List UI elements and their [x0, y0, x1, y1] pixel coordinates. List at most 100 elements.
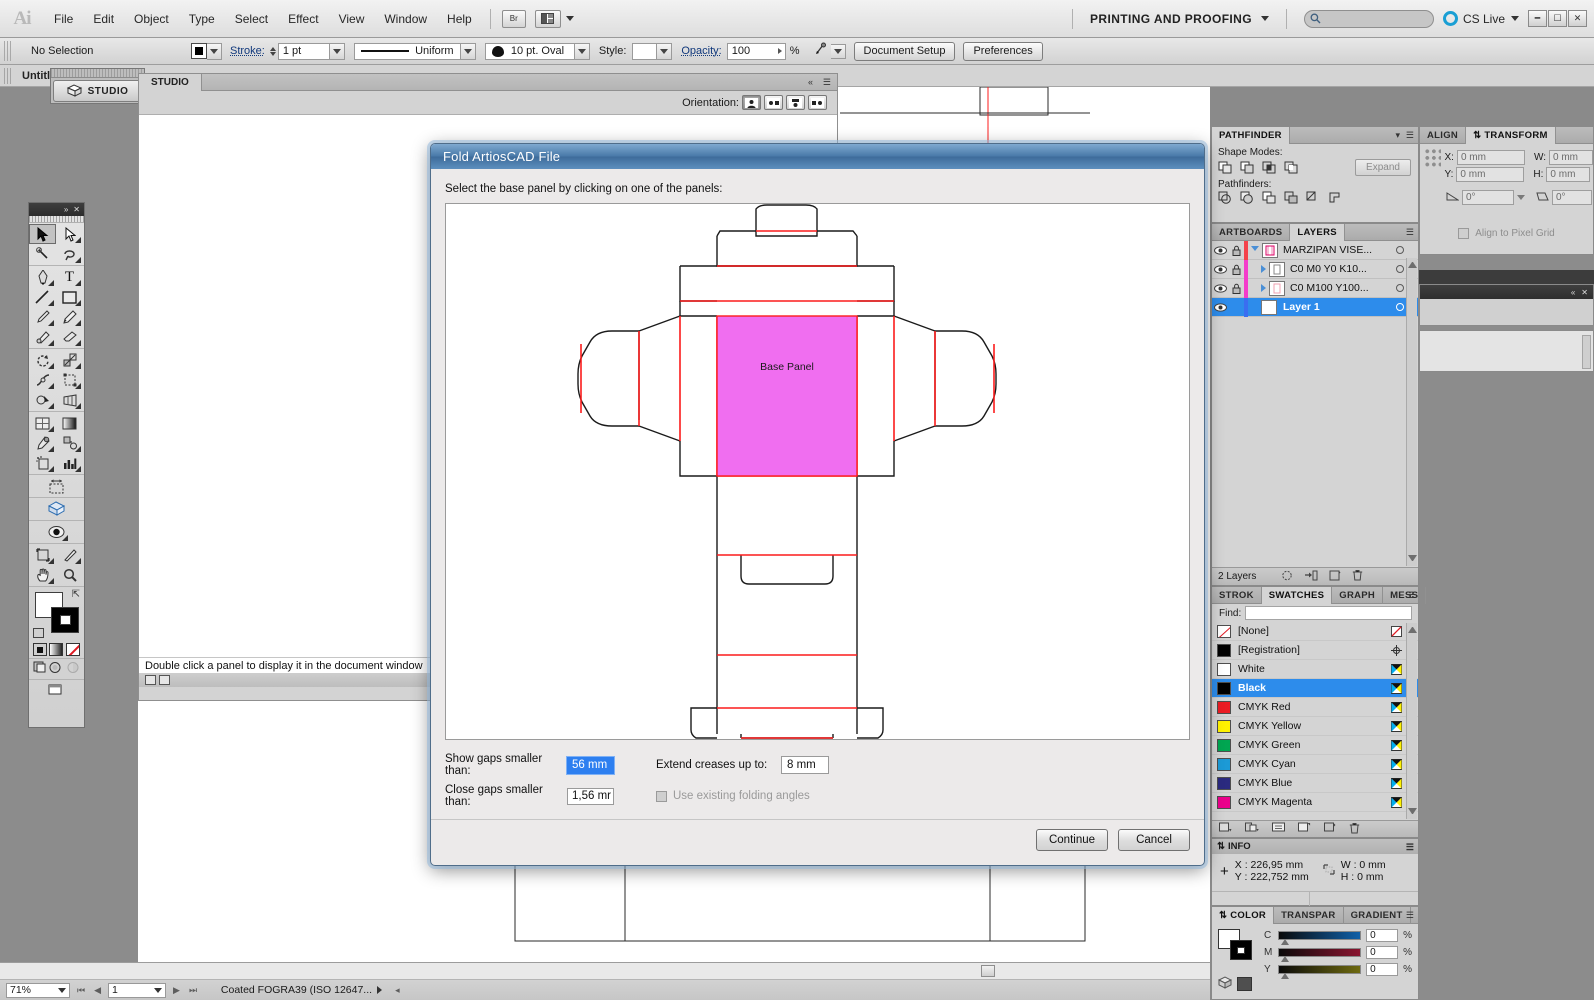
- close-gaps-input[interactable]: 1,56 mr: [567, 787, 614, 805]
- yellow-value-field[interactable]: 0: [1366, 963, 1399, 976]
- eraser-tool[interactable]: [56, 327, 83, 347]
- stroke-weight-field[interactable]: 1 pt: [277, 42, 330, 60]
- delete-swatch-icon[interactable]: [1349, 822, 1360, 837]
- swatch-row[interactable]: CMYK Cyan: [1212, 755, 1418, 774]
- layer-row[interactable]: C0 M100 Y100...: [1212, 278, 1418, 298]
- tab-gradient[interactable]: GRADIENT: [1344, 906, 1411, 924]
- none-mode-icon[interactable]: [65, 643, 80, 656]
- unite-icon[interactable]: [1218, 161, 1233, 175]
- tab-color[interactable]: ⇅ COLOR: [1212, 906, 1275, 924]
- layers-menu-icon[interactable]: ☰: [1406, 227, 1414, 238]
- column-graph-tool[interactable]: [56, 453, 83, 473]
- swatch-row[interactable]: CMYK Blue: [1212, 774, 1418, 793]
- swatch-options-icon[interactable]: [1272, 822, 1285, 836]
- transform-x-field[interactable]: 0 mm: [1456, 150, 1525, 165]
- color-menu-icon[interactable]: ☰: [1406, 910, 1414, 921]
- workspace-label[interactable]: PRINTING AND PROOFING: [1090, 12, 1252, 26]
- orientation-left-button[interactable]: [808, 95, 827, 110]
- tab-transparency[interactable]: TRANSPAR: [1274, 906, 1344, 924]
- direct-selection-tool[interactable]: [56, 224, 83, 244]
- swatches-menu-icon[interactable]: ☰: [1406, 590, 1414, 601]
- swatch-row[interactable]: CMYK Red: [1212, 698, 1418, 717]
- recolor-dropdown-icon[interactable]: [830, 43, 846, 59]
- layer-row[interactable]: MARZIPAN VISE...: [1212, 240, 1418, 260]
- paintbrush-tool[interactable]: [29, 307, 56, 327]
- shape-builder-tool[interactable]: [29, 390, 56, 410]
- swatch-libraries-icon[interactable]: [1219, 822, 1232, 836]
- swatch-row[interactable]: Black: [1212, 679, 1418, 698]
- layer-target-circle[interactable]: [1396, 265, 1404, 273]
- stroke-weight-dropdown-icon[interactable]: [329, 42, 345, 60]
- fill-dropdown-icon[interactable]: [207, 42, 222, 60]
- zoom-dropdown-icon[interactable]: [58, 987, 66, 993]
- swatch-row[interactable]: White: [1212, 660, 1418, 679]
- layer-target-circle[interactable]: [1396, 284, 1404, 292]
- find-input[interactable]: [1245, 606, 1412, 620]
- free-transform-tool[interactable]: [56, 370, 83, 390]
- tab-graphic-styles[interactable]: GRAPH: [1332, 586, 1384, 604]
- new-color-group-icon[interactable]: [1298, 822, 1311, 836]
- cancel-button[interactable]: Cancel: [1118, 829, 1190, 851]
- color-mode-icon[interactable]: [33, 643, 48, 656]
- preferences-button[interactable]: Preferences: [963, 41, 1043, 61]
- magenta-slider[interactable]: [1278, 948, 1362, 962]
- search-input[interactable]: [1303, 9, 1434, 28]
- transform-y-field[interactable]: 0 mm: [1456, 167, 1525, 182]
- layer-target-circle[interactable]: [1396, 303, 1404, 311]
- draw-behind-icon[interactable]: [49, 661, 63, 677]
- crop-icon[interactable]: [1284, 191, 1299, 205]
- make-clipping-mask-icon[interactable]: [1281, 570, 1293, 584]
- layer-name[interactable]: C0 M0 Y0 K10...: [1290, 263, 1367, 275]
- cslive-label[interactable]: CS Live: [1463, 12, 1505, 26]
- width-tool[interactable]: [29, 370, 56, 390]
- menu-help[interactable]: Help: [437, 8, 482, 30]
- page-dropdown-icon[interactable]: [154, 987, 163, 993]
- right-panel-scrollbar[interactable]: [1582, 335, 1591, 369]
- lasso-tool[interactable]: [56, 244, 83, 264]
- cyan-value-field[interactable]: 0: [1366, 929, 1399, 942]
- stroke-profile-field[interactable]: Uniform: [353, 42, 461, 60]
- layer-row[interactable]: C0 M0 Y0 K10...: [1212, 259, 1418, 279]
- minus-front-icon[interactable]: [1240, 161, 1255, 175]
- transform-w-field[interactable]: 0 mm: [1549, 150, 1593, 165]
- intersect-icon[interactable]: [1262, 161, 1277, 175]
- orientation-right-button[interactable]: [764, 95, 783, 110]
- window-minimize-button[interactable]: ━: [1528, 10, 1547, 27]
- dieline-drawing[interactable]: Base Panel: [446, 204, 1191, 741]
- tab-layers[interactable]: LAYERS: [1290, 223, 1345, 241]
- right-panel-collapse-icon[interactable]: «: [1571, 288, 1575, 297]
- delete-layer-icon[interactable]: [1352, 569, 1363, 584]
- brush-dropdown-icon[interactable]: [574, 42, 590, 60]
- menu-select[interactable]: Select: [225, 8, 278, 30]
- recolor-artwork-icon[interactable]: [814, 42, 831, 60]
- layer-name[interactable]: Layer 1: [1283, 301, 1320, 313]
- trim-icon[interactable]: [1240, 191, 1255, 205]
- artboard-tool[interactable]: [43, 476, 70, 496]
- line-segment-tool[interactable]: [29, 287, 56, 307]
- pathfinder-menu-icon[interactable]: ☰: [1406, 130, 1414, 141]
- horizontal-scrollbar[interactable]: [0, 963, 1210, 980]
- pencil-tool[interactable]: [56, 307, 83, 327]
- selection-tool[interactable]: [29, 224, 56, 244]
- cyan-slider[interactable]: [1278, 931, 1362, 945]
- zoom-tool[interactable]: [56, 565, 83, 585]
- minus-back-icon[interactable]: [1328, 191, 1343, 205]
- tab-info[interactable]: INFO: [1228, 841, 1251, 852]
- menu-edit[interactable]: Edit: [83, 8, 124, 30]
- draw-normal-icon[interactable]: [33, 661, 47, 677]
- tab-align[interactable]: ALIGN: [1420, 126, 1467, 144]
- swatch-row[interactable]: CMYK Yellow: [1212, 717, 1418, 736]
- layer-target-circle[interactable]: [1396, 246, 1404, 254]
- studio-float-grip[interactable]: [51, 69, 144, 78]
- swatch-row[interactable]: [Registration]: [1212, 641, 1418, 660]
- exclude-icon[interactable]: [1284, 161, 1299, 175]
- pathfinder-collapse-icon[interactable]: ▾: [1395, 130, 1400, 141]
- info-menu-icon[interactable]: ☰: [1406, 842, 1414, 853]
- menu-window[interactable]: Window: [374, 8, 437, 30]
- tab-studio[interactable]: STUDIO: [139, 73, 202, 91]
- eye-icon[interactable]: [1212, 283, 1229, 293]
- swatches-scrollbar[interactable]: [1406, 623, 1417, 819]
- right-panel-close-icon[interactable]: ✕: [1581, 288, 1588, 297]
- eye-icon[interactable]: [1212, 264, 1229, 274]
- divide-icon[interactable]: [1218, 191, 1233, 205]
